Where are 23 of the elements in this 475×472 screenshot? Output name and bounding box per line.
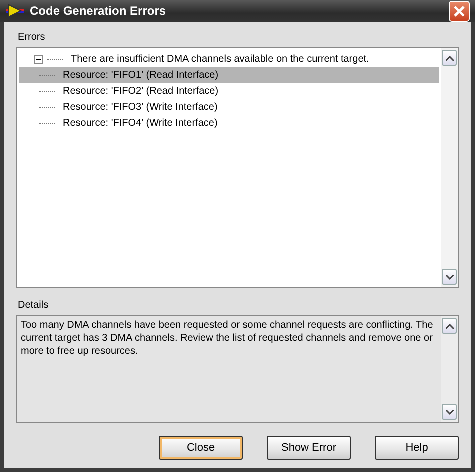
tree-item[interactable]: Resource: 'FIFO2' (Read Interface) [19,83,439,99]
tree-item[interactable]: There are insufficient DMA channels available on the current target. [19,51,439,67]
dialog-button[interactable]: Help [375,436,459,460]
dialog-button[interactable]: Show Error [267,436,351,460]
chevron-up-icon [446,324,454,328]
scroll-down-button[interactable] [442,269,457,285]
chevron-down-icon [446,410,454,414]
dialog-button[interactable]: Close [159,436,243,460]
close-icon[interactable] [449,0,470,22]
chevron-up-icon [446,56,454,60]
details-text: Too many DMA channels have been requested or some channel requests are conflicting. The current target has 3 DMA channels. Review the list of requested channels and remove one or more to free up resources. [21,320,434,357]
details-label: Details [18,299,50,313]
chevron-down-icon [446,274,454,280]
tree-item[interactable]: Resource: 'FIFO3' (Write Interface) [19,99,439,115]
scroll-down-button[interactable] [442,404,457,420]
tree-item[interactable]: Resource: 'FIFO1' (Read Interface) [19,67,439,83]
scroll-up-button[interactable] [442,318,457,334]
errors-label: Errors [18,31,46,45]
window-title: Code Generation Errors [30,3,168,20]
app-icon [6,4,24,18]
collapse-toggle-icon[interactable] [34,54,43,64]
scroll-up-button[interactable] [442,50,457,66]
tree-item[interactable]: Resource: 'FIFO4' (Write Interface) [19,115,439,131]
